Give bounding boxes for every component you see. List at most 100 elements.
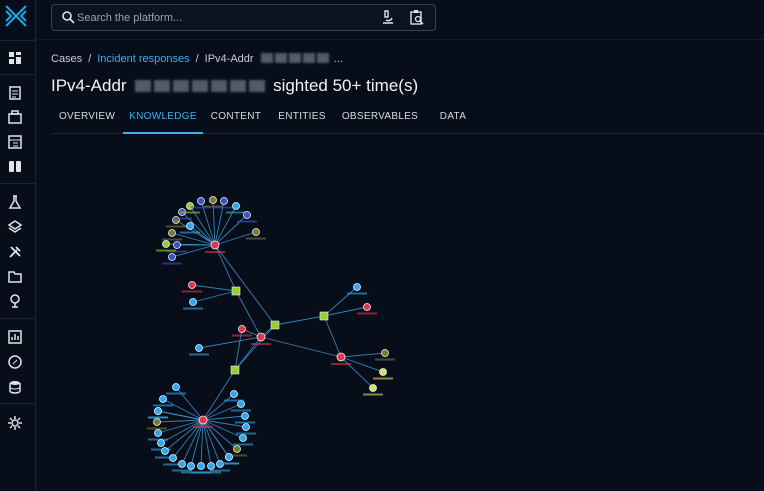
graph-node bbox=[239, 434, 247, 442]
graph-node-label bbox=[183, 307, 203, 310]
indicator-node bbox=[270, 320, 280, 330]
tab-entities[interactable]: ENTITIES bbox=[269, 103, 335, 134]
tab-knowledge[interactable]: KNOWLEDGE bbox=[123, 103, 203, 134]
graph-node-label bbox=[162, 262, 182, 265]
search-icon bbox=[62, 11, 75, 24]
search-box[interactable] bbox=[51, 4, 436, 31]
indicator-node bbox=[231, 286, 241, 296]
techniques-icon[interactable] bbox=[7, 244, 23, 260]
graph-node-label bbox=[172, 217, 192, 220]
graph-node-label bbox=[373, 377, 393, 380]
graph-node-label bbox=[363, 393, 383, 396]
graph-node bbox=[187, 462, 195, 470]
indicator-node bbox=[319, 311, 329, 321]
tab-data[interactable]: DATA bbox=[425, 103, 481, 134]
tab-observables[interactable]: OBSERVABLES bbox=[335, 103, 425, 134]
graph-node-label bbox=[231, 409, 251, 412]
graph-edge bbox=[274, 315, 325, 326]
page-title: IPv4-Addr sighted 50+ time(s) bbox=[51, 76, 418, 96]
clipboard-search-icon[interactable] bbox=[409, 9, 425, 25]
graph-node bbox=[168, 253, 176, 261]
graph-node bbox=[169, 454, 177, 462]
events-icon[interactable] bbox=[7, 134, 23, 150]
graph-node-label bbox=[251, 343, 271, 345]
graph-node bbox=[186, 222, 194, 230]
graph-node bbox=[232, 202, 240, 210]
graph-edge bbox=[323, 306, 368, 317]
observations-icon[interactable] bbox=[7, 158, 23, 174]
observable-node bbox=[195, 344, 203, 352]
graph-edge bbox=[260, 336, 342, 358]
breadcrumb-cases[interactable]: Cases bbox=[51, 53, 82, 65]
graph-edge bbox=[323, 286, 358, 317]
locations-icon[interactable] bbox=[7, 293, 23, 309]
graph-node-label bbox=[193, 426, 213, 428]
dashboard-icon[interactable] bbox=[7, 50, 23, 66]
graph-node bbox=[153, 418, 161, 426]
tab-content[interactable]: CONTENT bbox=[203, 103, 269, 134]
graph-node-label bbox=[148, 416, 168, 419]
arsenal-icon[interactable] bbox=[7, 219, 23, 235]
microscope-icon[interactable] bbox=[380, 9, 396, 25]
graph-node-label bbox=[148, 438, 168, 441]
incident-node bbox=[210, 240, 220, 250]
graph-node bbox=[237, 400, 245, 408]
graph-node bbox=[157, 439, 165, 447]
investigations-icon[interactable] bbox=[7, 354, 23, 370]
graph-node-label bbox=[214, 206, 234, 209]
graph-node-label bbox=[210, 469, 230, 472]
page-title-suffix: sighted 50+ time(s) bbox=[273, 76, 419, 95]
graph-node bbox=[159, 395, 167, 403]
graph-edge bbox=[202, 393, 235, 421]
knowledge-graph[interactable] bbox=[36, 135, 764, 491]
file-node bbox=[369, 384, 377, 392]
graph-node-label bbox=[147, 427, 167, 430]
analyses-icon[interactable] bbox=[7, 85, 23, 101]
graph-node-label bbox=[219, 462, 239, 465]
graph-node-label bbox=[224, 399, 244, 402]
breadcrumb: Cases / Incident responses / IPv4-Addr ... bbox=[51, 53, 343, 65]
graph-node-label bbox=[237, 220, 257, 223]
graph-node bbox=[241, 412, 249, 420]
graph-node bbox=[252, 228, 260, 236]
search-input[interactable] bbox=[77, 9, 367, 27]
sidebar bbox=[0, 0, 36, 491]
entities-icon[interactable] bbox=[7, 268, 23, 284]
graph-node-label bbox=[331, 363, 351, 365]
graph-node bbox=[220, 197, 228, 205]
threats-icon[interactable] bbox=[7, 194, 23, 210]
file-node bbox=[379, 368, 387, 376]
graph-edge bbox=[162, 398, 204, 421]
graph-edge bbox=[189, 225, 216, 246]
graph-node-label bbox=[233, 443, 253, 446]
graph-node-label bbox=[180, 231, 200, 234]
graph-edge bbox=[323, 315, 342, 358]
graph-edge bbox=[340, 356, 374, 389]
ip-node bbox=[188, 281, 196, 289]
incident-node bbox=[336, 352, 346, 362]
graph-node bbox=[230, 390, 238, 398]
graph-edge bbox=[202, 415, 246, 421]
graph-edge bbox=[340, 352, 386, 358]
graph-node bbox=[161, 447, 169, 455]
cases-icon[interactable] bbox=[7, 109, 23, 125]
settings-icon[interactable] bbox=[7, 415, 23, 431]
breadcrumb-incident-responses[interactable]: Incident responses bbox=[97, 53, 189, 65]
graph-node-label bbox=[166, 392, 186, 395]
graph-node-label bbox=[153, 404, 173, 407]
data-icon[interactable] bbox=[7, 379, 23, 395]
graph-node bbox=[207, 462, 215, 470]
graph-node bbox=[197, 197, 205, 205]
graph-node bbox=[172, 383, 180, 391]
graph-node bbox=[162, 240, 170, 248]
app-logo-icon[interactable] bbox=[3, 3, 29, 29]
dashboards-icon[interactable] bbox=[7, 329, 23, 345]
graph-node bbox=[173, 241, 181, 249]
graph-node bbox=[242, 423, 250, 431]
graph-node-label bbox=[236, 432, 256, 435]
tab-overview[interactable]: OVERVIEW bbox=[51, 103, 123, 134]
graph-node-label bbox=[375, 358, 395, 361]
graph-edge bbox=[198, 336, 262, 349]
graph-node bbox=[154, 407, 162, 415]
graph-node-label bbox=[182, 290, 202, 293]
